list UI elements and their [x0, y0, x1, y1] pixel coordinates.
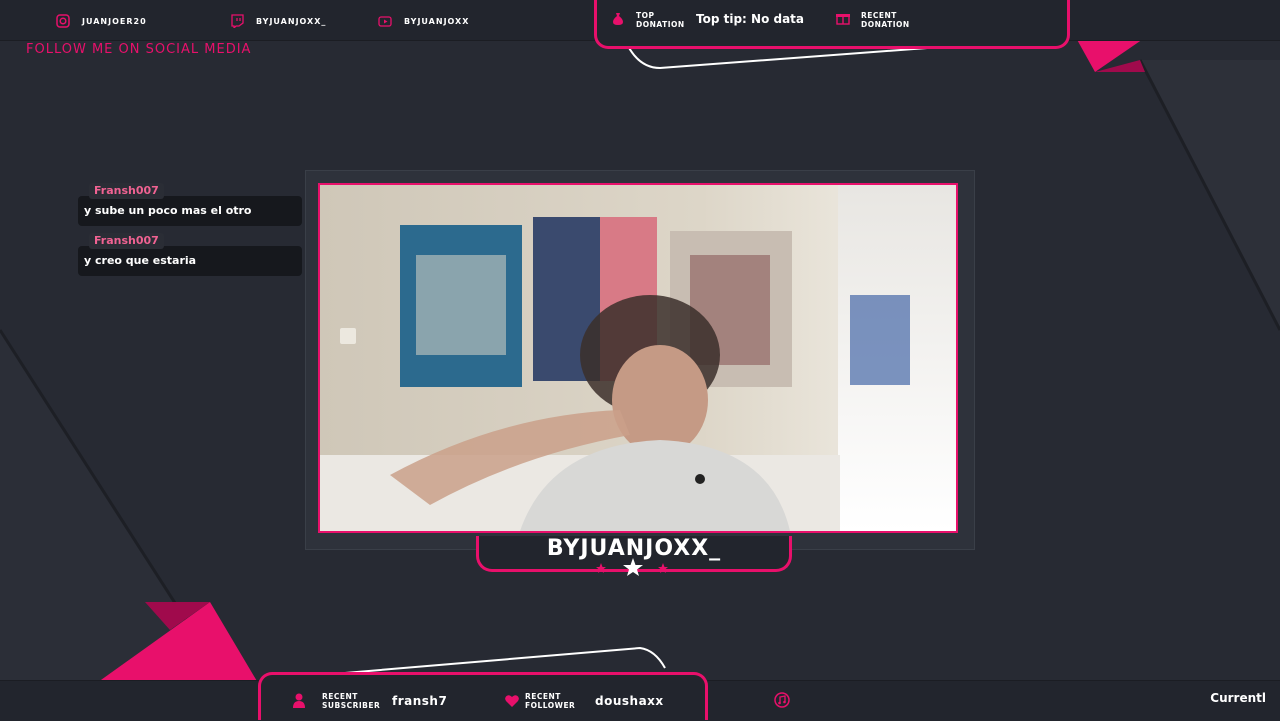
webcam-feed — [318, 183, 958, 533]
music-icon — [774, 692, 790, 708]
youtube-icon — [378, 16, 392, 27]
heart-icon — [505, 695, 519, 707]
recent-follower-label: RECENT FOLLOWER — [525, 692, 576, 710]
gift-icon — [836, 14, 850, 25]
twitch-icon — [231, 14, 244, 28]
recent-subscriber-value: fransh7 — [392, 694, 448, 708]
social-item-twitch[interactable]: BYJUANJOXX_ — [230, 12, 326, 30]
recent-subscriber-label: RECENT SUBSCRIBER — [322, 692, 381, 710]
recent-donation-label: RECENT DONATION — [861, 11, 910, 29]
star-decoration-icon — [596, 558, 668, 576]
chat-text: y sube un poco mas el otro — [84, 204, 252, 217]
top-donation-label: TOP DONATION — [636, 11, 685, 29]
social-title: FOLLOW ME ON SOCIAL MEDIA — [26, 42, 252, 57]
recent-follower-value: doushaxx — [595, 694, 664, 708]
money-bag-icon — [613, 13, 623, 25]
chat-text: y creo que estaria — [84, 254, 197, 267]
current-song-text: Currentl — [1210, 691, 1266, 705]
social-label: BYJUANJOXX_ — [256, 16, 327, 26]
chat-username: Fransh007 — [89, 233, 164, 249]
social-item-instagram[interactable]: JUANJOER20 — [56, 12, 147, 30]
instagram-icon — [56, 14, 70, 28]
social-label: BYJUANJOXX — [404, 16, 470, 26]
chat-username: Fransh007 — [89, 183, 164, 199]
top-donation-value: Top tip: No data — [696, 12, 805, 26]
person-icon — [293, 693, 305, 708]
social-item-youtube[interactable]: BYJUANJOXX — [378, 12, 469, 30]
webcam-image — [320, 185, 956, 531]
social-label: JUANJOER20 — [82, 16, 147, 26]
